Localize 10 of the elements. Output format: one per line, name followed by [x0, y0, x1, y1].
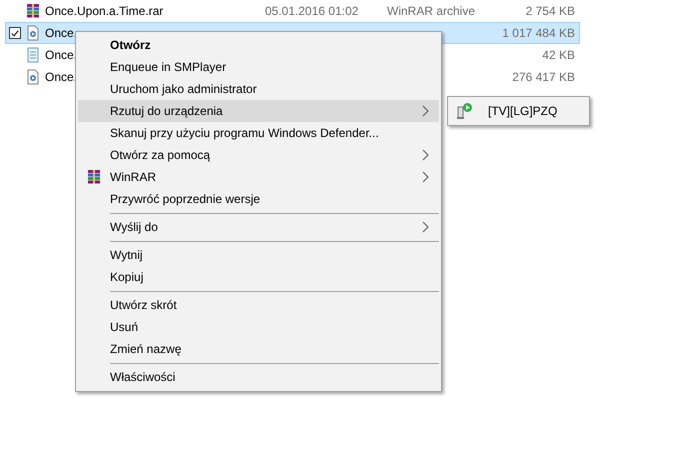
file-type: WinRAR archive: [387, 4, 476, 18]
file-size: 2 754 KB: [524, 4, 576, 18]
file-size: 42 KB: [541, 48, 576, 62]
file-size: 276 417 KB: [511, 70, 576, 84]
file-size: 1 017 484 KB: [501, 26, 576, 40]
file-name: Once.: [45, 26, 78, 40]
file-name: Once.Upon.a.Time.rar: [45, 4, 164, 18]
file-name: Once.: [45, 48, 78, 62]
file-name: Once.: [45, 70, 78, 84]
file-date: 05.01.2016 01:02: [265, 4, 358, 18]
